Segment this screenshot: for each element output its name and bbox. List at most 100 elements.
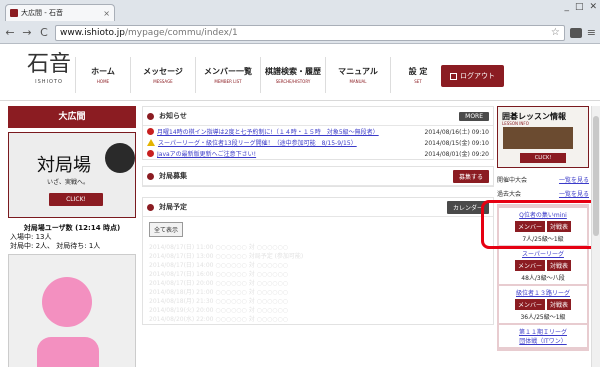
nav-message-label: メッセージ xyxy=(143,67,183,76)
close-window-icon[interactable]: ✕ xyxy=(589,2,597,12)
logo-mark: 石音 xyxy=(26,52,71,77)
schedule-row[interactable]: 2014/08/17(日) 13:00 ○○○○○○ 対局予定 (参加可能) xyxy=(149,251,487,260)
site-logo[interactable]: 石音 ISHIOTO xyxy=(18,51,80,95)
favicon-icon xyxy=(10,9,18,17)
league-card: 第１１期Ｉリーグ 団体戦（ITワン） xyxy=(499,325,587,347)
nav-search[interactable]: 棋譜検索・履歴 SERCHE/HISTORY xyxy=(260,57,325,93)
minimize-icon[interactable]: _ xyxy=(564,2,569,12)
avatar-body-icon xyxy=(37,337,99,367)
tournament-label: 開催中大会 xyxy=(497,176,528,184)
schedule-row[interactable]: 2014/08/19(火) 20:00 ○○○○○○ 対 ○○○○○○ xyxy=(149,305,487,314)
nav-member-list-sub: MEMBER LIST xyxy=(214,79,242,84)
logout-icon xyxy=(450,72,457,80)
news-item[interactable]: 月曜14時の棋イン指導は2度と七予約制に!（１４時・１５時 対象5級〜無段者） … xyxy=(143,126,493,137)
tournament-row: 開催中大会 一覧を見る xyxy=(497,172,589,186)
recruit-section: 対局募集 募集する xyxy=(142,166,494,187)
left-sidebar: 大広間 対局場 いざ、実戦へ。 CLICK! 対局場ユーザ数 (12:14 時点… xyxy=(8,106,136,367)
news-text[interactable]: スーパーリーグ・級位者13段リーグ開催！（途中参加可能 8/15-9/15） xyxy=(158,138,421,147)
league-members-button[interactable]: メンバー xyxy=(514,260,545,271)
league-info: 36人/25級〜1級 xyxy=(520,314,566,321)
window-controls: _ □ ✕ xyxy=(564,2,597,12)
nav-member-list[interactable]: メンバー一覧 MEMBER LIST xyxy=(195,57,260,93)
tab-title: 大広間 - 石音 xyxy=(21,9,63,17)
league-name-link[interactable]: 級位者１３路リーグ xyxy=(502,288,584,297)
avatar[interactable] xyxy=(8,254,136,367)
nav-home-sub: HOME xyxy=(96,79,110,84)
league-name-link[interactable]: 第１１期Ｉリーグ xyxy=(502,327,584,336)
browser-menu-icon[interactable]: ≡ xyxy=(587,26,596,39)
nav-member-list-label: メンバー一覧 xyxy=(204,67,252,76)
news-item[interactable]: スーパーリーグ・級位者13段リーグ開催！（途中参加可能 8/15-9/15） 2… xyxy=(143,137,493,148)
schedule-row[interactable]: 2014/08/18(月) 21:00 ○○○○○○ 対 ○○○○○○ xyxy=(149,287,487,296)
league-name-link[interactable]: 団体戦（ITワン） xyxy=(502,336,584,345)
warning-icon xyxy=(147,139,155,146)
schedule-row[interactable]: 2014/08/17(日) 20:00 ○○○○○○ 対 ○○○○○○ xyxy=(149,278,487,287)
tournament-row: 過去大会 一覧を見る xyxy=(497,186,589,200)
url-host: www.ishioto.jp xyxy=(60,27,125,38)
logout-label: ログアウト xyxy=(460,72,495,80)
tournament-link[interactable]: 一覧を見る xyxy=(559,189,589,198)
go-stone-icon xyxy=(105,143,135,173)
sidebar-title: 大広間 xyxy=(8,106,136,128)
league-table-button[interactable]: 対戦表 xyxy=(547,260,572,271)
banner-click-button[interactable]: CLICK! xyxy=(49,193,103,206)
news-text[interactable]: 月曜14時の棋イン指導は2度と七予約制に!（１４時・１５時 対象5級〜無段者） xyxy=(157,127,421,136)
section-dot-icon xyxy=(147,203,154,211)
league-members-button[interactable]: メンバー xyxy=(514,299,545,310)
logout-button[interactable]: ログアウト xyxy=(441,65,504,87)
user-count-line: 対局中: 2人、 対局待ち: 1人 xyxy=(10,242,101,250)
nav-message[interactable]: メッセージ MESSAGE xyxy=(130,57,195,93)
tournament-link[interactable]: 一覧を見る xyxy=(559,175,589,184)
nav-message-sub: MESSAGE xyxy=(153,79,173,84)
nav-manual[interactable]: マニュアル MANUAL xyxy=(325,57,390,93)
lesson-click-button[interactable]: CLICK! xyxy=(520,153,566,163)
nav-search-label: 棋譜検索・履歴 xyxy=(265,67,321,76)
reload-icon[interactable]: C xyxy=(38,26,50,39)
league-name-link[interactable]: スーパーリーグ xyxy=(502,249,584,258)
news-text[interactable]: Javaアの最新版更新へご注意下さい! xyxy=(157,149,421,158)
extension-icon[interactable] xyxy=(569,27,582,38)
user-count-line: 入場中: 13人 xyxy=(10,233,52,241)
url-path: /mypage/commu/index/1 xyxy=(124,27,238,38)
news-title: お知らせ xyxy=(159,112,187,120)
schedule-row[interactable]: 2014/08/20(水) 22:00 ○○○○○○ 対 ○○○○○○ xyxy=(149,314,487,323)
lesson-sub: LESSON INFO xyxy=(502,121,529,126)
scrollbar-thumb[interactable] xyxy=(593,116,599,236)
schedule-row[interactable]: 2014/08/18(月) 21:30 ○○○○○○ 対 ○○○○○○ xyxy=(149,296,487,305)
recruit-button[interactable]: 募集する xyxy=(452,169,489,183)
user-count: 対局場ユーザ数 (12:14 時点) 入場中: 13人 対局中: 2人、 対局待… xyxy=(8,223,136,251)
tournament-label: 過去大会 xyxy=(497,190,522,198)
news-date: 2014/08/01(金) 09:20 xyxy=(424,151,489,158)
show-all-button[interactable]: 全て表示 xyxy=(149,222,184,237)
logo-sub: ISHIOTO xyxy=(35,79,63,85)
section-dot-icon xyxy=(147,172,154,180)
alert-icon xyxy=(147,128,154,135)
league-card: 級位者１３路リーグ メンバー 対戦表 36人/25級〜1級 xyxy=(499,286,587,323)
nav-settings[interactable]: 設 定 SET xyxy=(390,57,445,93)
schedule-title: 対局予定 xyxy=(159,203,187,211)
news-date: 2014/08/16(土) 09:10 xyxy=(424,129,489,136)
schedule-row[interactable]: 2014/08/17(日) 16:00 ○○○○○○ 対 ○○○○○○ xyxy=(149,269,487,278)
schedule-row[interactable]: 2014/08/17(日) 11:00 ○○○○○○ 対 ○○○○○○ xyxy=(149,242,487,251)
address-bar[interactable]: www.ishioto.jp /mypage/commu/index/1 ☆ xyxy=(55,24,565,41)
tab-close-icon[interactable]: × xyxy=(103,9,110,18)
nav-manual-sub: MANUAL xyxy=(349,79,367,84)
game-room-banner[interactable]: 対局場 いざ、実戦へ。 CLICK! xyxy=(8,132,136,218)
nav-home[interactable]: ホーム HOME xyxy=(75,57,130,93)
lesson-banner[interactable]: 囲碁レッスン情報 LESSON INFO CLICK! xyxy=(497,106,589,168)
news-more-button[interactable]: MORE xyxy=(459,111,489,121)
league-card: スーパーリーグ メンバー 対戦表 48人/3級〜八段 xyxy=(499,247,587,284)
news-item[interactable]: Javaアの最新版更新へご注意下さい! 2014/08/01(金) 09:20 xyxy=(143,148,493,159)
section-dot-icon xyxy=(147,112,154,120)
forward-icon[interactable]: → xyxy=(21,26,33,39)
avatar-head-icon xyxy=(42,277,92,327)
schedule-row[interactable]: 2014/08/17(日) 14:00 ○○○○○○ 対 ○○○○○○ xyxy=(149,260,487,269)
scrollbar[interactable] xyxy=(591,106,600,367)
bookmark-star-icon[interactable]: ☆ xyxy=(551,27,560,38)
global-nav: ホーム HOME メッセージ MESSAGE メンバー一覧 MEMBER LIS… xyxy=(75,57,445,93)
back-icon[interactable]: ← xyxy=(4,26,16,39)
news-section: お知らせ MORE 月曜14時の棋イン指導は2度と七予約制に!（１４時・１５時 … xyxy=(142,106,494,160)
league-table-button[interactable]: 対戦表 xyxy=(547,299,572,310)
maximize-icon[interactable]: □ xyxy=(575,2,584,12)
browser-tab[interactable]: 大広間 - 石音 × xyxy=(5,4,115,21)
